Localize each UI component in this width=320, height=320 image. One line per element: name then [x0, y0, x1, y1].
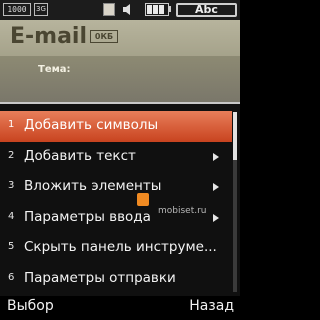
menu-item-label: Вложить элементы	[24, 178, 162, 194]
battery-tip	[169, 6, 171, 12]
email-compose-background: E-mail 0КБ Тема:	[0, 20, 240, 102]
menu-item-label: Параметры отправки	[24, 269, 176, 286]
back-softkey[interactable]: Назад	[189, 298, 234, 314]
submenu-arrow-icon	[213, 183, 219, 191]
submenu-arrow-icon	[213, 152, 219, 161]
subject-label: Тема:	[38, 64, 71, 75]
menu-item-number: 1	[8, 119, 15, 130]
menu-item-label: Скрыть панель инструме...	[24, 239, 217, 255]
counter-indicator: 1000	[3, 3, 31, 16]
subject-field: Тема:	[0, 56, 240, 102]
menu-item[interactable]: 3 Вложить элементы	[0, 172, 232, 203]
size-badge: 0КБ	[90, 30, 118, 43]
menu-item[interactable]: 2 Добавить текст	[0, 142, 232, 173]
menu-item-number: 2	[8, 149, 15, 161]
watermark: mobiset.ru	[158, 206, 207, 216]
battery-icon	[145, 3, 169, 16]
menu-item[interactable]: 1 Добавить символы	[0, 111, 232, 142]
speaker-icon	[123, 4, 130, 15]
menu-item[interactable]: 6 Параметры отправки	[0, 264, 232, 295]
menu-item-label: Параметры ввода	[24, 208, 151, 225]
menu-item-number: 5	[8, 241, 15, 252]
options-menu: 1 Добавить символы 2 Добавить текст 3 Вложить…	[0, 102, 240, 296]
select-softkey[interactable]: Выбор	[7, 298, 54, 314]
network-indicator: 3G	[34, 3, 48, 16]
menu-item[interactable]: 5 Скрыть панель инструме...	[0, 233, 232, 264]
submenu-arrow-icon	[213, 213, 219, 222]
page-title: E-mail	[10, 24, 88, 49]
scrollbar-thumb[interactable]	[233, 112, 237, 160]
menu-item-number: 4	[8, 210, 15, 222]
menu-list: 1 Добавить символы 2 Добавить текст 3 Вложить…	[0, 111, 232, 294]
message-icon	[103, 3, 115, 16]
softkey-bar: Выбор Назад	[0, 296, 240, 320]
menu-item-number: 6	[8, 271, 15, 283]
menu-item-number: 3	[8, 180, 15, 191]
input-mode-indicator: Abc	[176, 3, 237, 17]
scrollbar[interactable]	[233, 112, 237, 292]
menu-item-label: Добавить символы	[24, 117, 159, 133]
watermark-logo-icon	[137, 193, 149, 206]
menu-item-label: Добавить текст	[24, 147, 136, 164]
status-bar: 1000 3G Abc	[0, 0, 240, 20]
